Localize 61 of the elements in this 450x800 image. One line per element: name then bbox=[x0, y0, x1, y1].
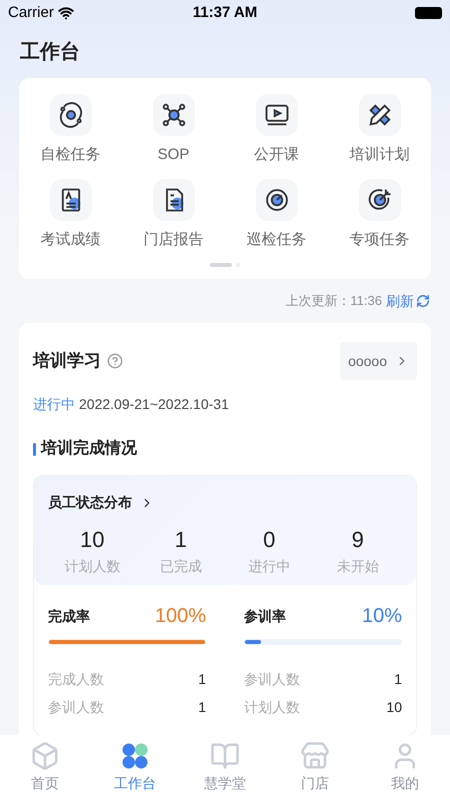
distribution-link[interactable]: 员工状态分布 bbox=[48, 492, 154, 513]
detail-value: 1 bbox=[394, 670, 402, 688]
carrier-label: Carrier bbox=[8, 2, 54, 23]
shortcut-item[interactable]: 培训计划 bbox=[328, 94, 431, 166]
period-selector[interactable]: ooooo bbox=[340, 342, 417, 380]
stat-label: 计划人数 bbox=[64, 557, 120, 576]
shortcut-icon bbox=[50, 178, 92, 220]
stat-value: 10 bbox=[80, 526, 104, 554]
status-label: 进行中 bbox=[33, 395, 75, 414]
cube-icon bbox=[30, 741, 60, 771]
shortcut-item[interactable]: SOP bbox=[122, 94, 225, 166]
shortcut-icon bbox=[358, 94, 400, 136]
shortcut-icon bbox=[256, 94, 298, 136]
shortcut-item[interactable]: 巡检任务 bbox=[225, 178, 328, 251]
shortcut-item[interactable]: 考试成绩 bbox=[19, 178, 122, 251]
detail-label: 完成人数 bbox=[48, 670, 104, 688]
tab-item[interactable]: 工作台 bbox=[90, 741, 180, 800]
tab-item[interactable]: 首页 bbox=[0, 741, 90, 800]
detail-label: 参训人数 bbox=[244, 670, 300, 688]
shortcut-item[interactable]: 公开课 bbox=[225, 94, 328, 166]
refresh-button[interactable]: 刷新 bbox=[386, 290, 430, 312]
stat-value: 1 bbox=[174, 526, 187, 554]
section-marker bbox=[33, 442, 36, 456]
section-title: 培训完成情况 bbox=[41, 438, 137, 459]
status-time: 11:37 AM bbox=[192, 2, 258, 23]
detail-value: 1 bbox=[198, 670, 206, 688]
shortcut-icon bbox=[152, 94, 194, 136]
stat-label: 未开始 bbox=[336, 557, 379, 576]
stat-label: 进行中 bbox=[248, 557, 290, 576]
card-title: 培训学习 bbox=[33, 350, 101, 372]
stat-value: 0 bbox=[263, 526, 276, 554]
detail-label: 参训人数 bbox=[48, 698, 104, 716]
rate-label: 完成率 bbox=[48, 606, 90, 626]
rate-label: 参训率 bbox=[244, 606, 286, 626]
store-icon bbox=[300, 741, 330, 771]
stat-label: 已完成 bbox=[160, 557, 202, 576]
stat-value: 9 bbox=[352, 526, 364, 554]
tab-item[interactable]: 我的 bbox=[360, 741, 450, 800]
wifi-icon bbox=[58, 5, 74, 21]
detail-value: 10 bbox=[386, 698, 402, 716]
rate-value: 10% bbox=[362, 604, 402, 629]
last-update-text: 上次更新：11:36 bbox=[285, 292, 382, 310]
shortcut-icon bbox=[152, 178, 194, 220]
book-icon bbox=[210, 741, 240, 771]
detail-value: 1 bbox=[198, 698, 206, 716]
tab-item[interactable]: 慧学堂 bbox=[180, 741, 270, 800]
detail-label: 计划人数 bbox=[244, 698, 300, 716]
date-range: 2022.09-21~2022.10-31 bbox=[79, 395, 229, 414]
rate-value: 100% bbox=[154, 604, 206, 629]
shortcut-icon bbox=[358, 178, 400, 220]
shortcut-icon bbox=[256, 178, 298, 220]
grid-icon bbox=[120, 741, 150, 771]
shortcut-icon bbox=[50, 94, 92, 136]
battery-icon bbox=[414, 7, 442, 19]
shortcut-item[interactable]: 门店报告 bbox=[122, 178, 225, 251]
shortcut-item[interactable]: 专项任务 bbox=[328, 178, 431, 251]
tab-item[interactable]: 门店 bbox=[270, 741, 360, 800]
shortcut-item[interactable]: 自检任务 bbox=[19, 94, 122, 166]
help-icon bbox=[107, 353, 123, 369]
page-title: 工作台 bbox=[19, 40, 81, 65]
refresh-icon bbox=[416, 294, 430, 308]
